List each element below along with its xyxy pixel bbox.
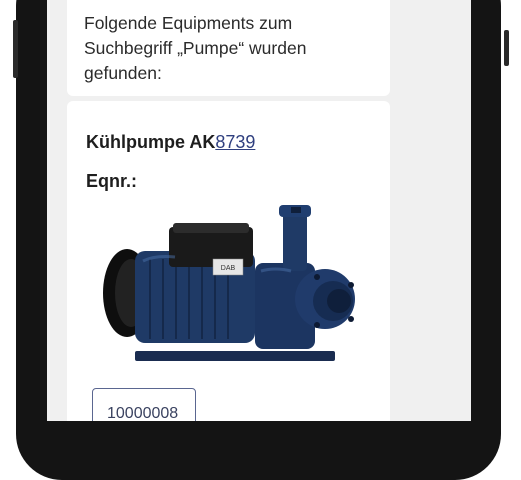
equipment-number-label: Eqnr.: (86, 171, 138, 191)
search-result-message: Folgende Equipments zum Suchbegriff „Pum… (84, 13, 307, 83)
equipment-card[interactable]: Kühlpumpe AK8739 Eqnr.: DAB 10000008 (67, 101, 390, 421)
equipment-id-label: 10000008 (107, 405, 179, 421)
equipment-title: Kühlpumpe AK8739 (86, 132, 255, 153)
phone-device: Folgende Equipments zum Suchbegriff „Pum… (0, 0, 521, 480)
app-screen: Folgende Equipments zum Suchbegriff „Pum… (47, 0, 471, 421)
pump-image: DAB (103, 205, 355, 361)
equipment-id-button[interactable]: 10000008 (92, 388, 196, 421)
phone-side-button-right (504, 30, 509, 66)
equipment-number-link[interactable]: 8739 (215, 132, 255, 152)
pump-label-text: DAB (221, 265, 236, 272)
search-result-card: Folgende Equipments zum Suchbegriff „Pum… (67, 0, 390, 96)
equipment-title-prefix: Kühlpumpe AK (86, 132, 216, 152)
phone-side-button-left (13, 20, 18, 78)
